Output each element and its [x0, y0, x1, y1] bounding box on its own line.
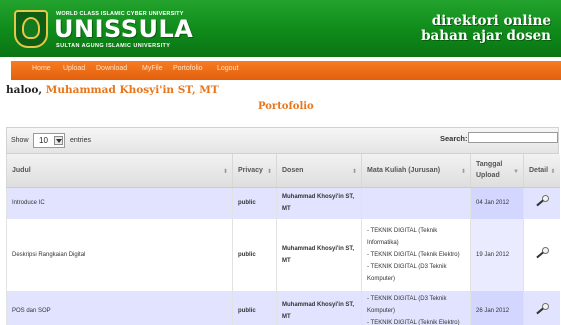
cell-tanggal-upload: 19 Jan 2012	[470, 219, 524, 291]
column-header-dosen[interactable]: Dosen ⬍	[276, 154, 362, 188]
nav-logout[interactable]: Logout	[217, 65, 238, 72]
column-header-label: Tanggal Upload	[476, 161, 503, 180]
sub-tagline: SULTAN AGUNG ISLAMIC UNIVERSITY	[56, 43, 171, 49]
greeting-user-name: Muhammad Khosyi'in ST, MT	[45, 84, 219, 96]
column-header-mata-kuliah[interactable]: Mata Kuliah (Jurusan) ⬍	[361, 154, 471, 188]
greeting: haloo, Muhammad Khosyi'in ST, MT	[6, 84, 219, 96]
cell-privacy: public	[232, 187, 277, 219]
chevron-down-icon[interactable]	[54, 136, 63, 145]
sort-icon[interactable]: ⬍	[461, 167, 466, 178]
cell-detail	[523, 219, 560, 291]
table-header-row: Judul ⬍ Privacy ⬍ Dosen ⬍ Mata Kuliah (Juru…	[6, 154, 560, 188]
cell-dosen: Muhammad Khosyi'in ST, MT	[276, 219, 362, 291]
magnifier-icon[interactable]	[534, 302, 550, 315]
magnifier-icon[interactable]	[534, 194, 550, 207]
column-header-privacy[interactable]: Privacy ⬍	[232, 154, 277, 188]
main-nav: Home Upload Download MyFile Portofolio L…	[11, 61, 561, 80]
cell-mata-kuliah: - TEKNIK DIGITAL (Teknik Informatika) - …	[361, 219, 471, 291]
portofolio-table: Judul ⬍ Privacy ⬍ Dosen ⬍ Mata Kuliah (Juru…	[6, 154, 560, 325]
cell-judul: POS dan SOP	[6, 291, 233, 325]
entries-label: entries	[70, 137, 92, 144]
sort-icon[interactable]: ⬍	[223, 167, 228, 178]
column-header-detail[interactable]: Detail ⬍	[523, 154, 560, 188]
site-title-line-2: bahan ajar dosen	[421, 28, 551, 44]
mata-kuliah-item: - TEKNIK DIGITAL (Teknik Informatika)	[367, 228, 438, 246]
table-toolbar: Show 10 entries Search:	[6, 127, 559, 154]
brand-logo-text[interactable]: UNISSULA	[54, 15, 193, 43]
sort-desc-icon[interactable]: ▼	[513, 167, 519, 178]
site-header: WORLD CLASS ISLAMIC CYBER UNIVERSITY UNI…	[0, 0, 561, 57]
column-header-label: Dosen	[282, 166, 304, 174]
nav-download[interactable]: Download	[96, 65, 127, 72]
cell-detail	[523, 291, 560, 325]
column-header-label: Privacy	[238, 166, 263, 174]
table-row[interactable]: Introduce IC public Muhammad Khosyi'in S…	[6, 187, 560, 219]
nav-myfile[interactable]: MyFile	[142, 65, 163, 72]
mata-kuliah-item: - TEKNIK DIGITAL (D3 Teknik Komputer)	[367, 264, 447, 282]
mata-kuliah-item: - TEKNIK DIGITAL (D3 Teknik Komputer)	[367, 296, 447, 314]
mata-kuliah-item: - TEKNIK DIGITAL (Teknik Elektro)	[367, 252, 460, 258]
column-header-judul[interactable]: Judul ⬍	[6, 154, 233, 188]
cell-judul: Deskripsi Rangkaian Digital	[6, 219, 233, 291]
table-row[interactable]: POS dan SOP public Muhammad Khosyi'in ST…	[6, 291, 560, 325]
university-crest-icon[interactable]	[14, 10, 48, 48]
cell-tanggal-upload: 26 Jan 2012	[470, 291, 524, 325]
mata-kuliah-item: - TEKNIK DIGITAL (Teknik Elektro)	[367, 320, 460, 325]
magnifier-icon[interactable]	[534, 246, 550, 259]
cell-dosen: Muhammad Khosyi'in ST, MT	[276, 291, 362, 325]
entries-per-page-select[interactable]: 10	[33, 133, 65, 148]
cell-judul: Introduce IC	[6, 187, 233, 219]
cell-mata-kuliah: - TEKNIK DIGITAL (D3 Teknik Komputer) - …	[361, 291, 471, 325]
search-label: Search:	[440, 134, 468, 143]
column-header-tanggal-upload[interactable]: Tanggal Upload ▼	[470, 154, 524, 188]
cell-detail	[523, 187, 560, 219]
search-input[interactable]	[468, 132, 558, 143]
cell-mata-kuliah	[361, 187, 471, 219]
page-title: Portofolio	[258, 101, 314, 112]
site-title-line-1: direktori online	[431, 13, 551, 29]
sort-icon[interactable]: ⬍	[550, 167, 555, 178]
show-label: Show	[11, 137, 29, 144]
column-header-label: Detail	[529, 166, 549, 174]
cell-dosen: Muhammad Khosyi'in ST, MT	[276, 187, 362, 219]
column-header-label: Mata Kuliah (Jurusan)	[367, 166, 441, 174]
nav-upload[interactable]: Upload	[63, 65, 85, 72]
site-title: direktori online bahan ajar dosen	[421, 14, 551, 44]
cell-tanggal-upload: 04 Jan 2012	[470, 187, 524, 219]
nav-home[interactable]: Home	[32, 65, 51, 72]
greeting-prefix: haloo,	[6, 84, 46, 96]
sort-icon[interactable]: ⬍	[267, 167, 272, 178]
cell-privacy: public	[232, 291, 277, 325]
nav-portofolio[interactable]: Portofolio	[173, 65, 203, 72]
column-header-label: Judul	[12, 166, 31, 174]
entries-select-value: 10	[39, 136, 48, 145]
sort-icon[interactable]: ⬍	[352, 167, 357, 178]
cell-privacy: public	[232, 219, 277, 291]
table-row[interactable]: Deskripsi Rangkaian Digital public Muham…	[6, 219, 560, 291]
